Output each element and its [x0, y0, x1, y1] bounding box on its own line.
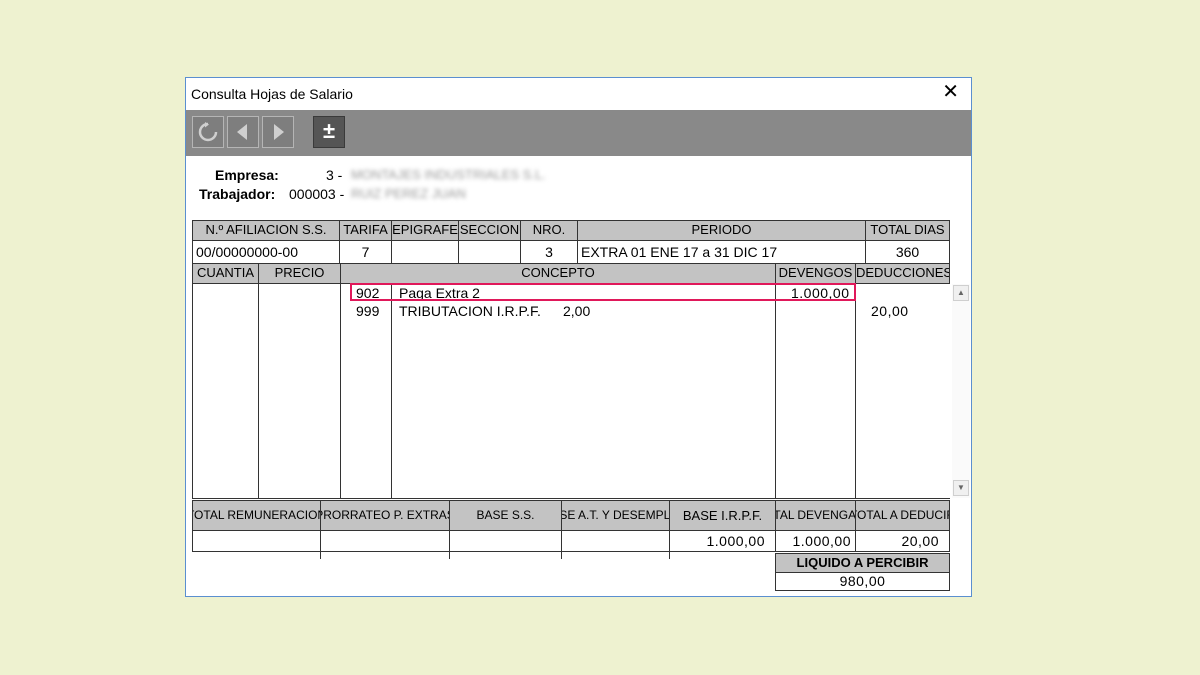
devengos-header: DEVENGOS [775, 263, 856, 284]
toolbar: ± [186, 110, 971, 156]
tarifa-value: 7 [339, 240, 392, 264]
total-remuneracion-header: TOTAL REMUNERACION [192, 500, 321, 531]
title-bar: Consulta Hojas de Salario ✕ [186, 78, 971, 110]
scrollbar[interactable]: ▲ ▼ [952, 284, 970, 498]
concept-code: 999 [356, 303, 380, 319]
afiliacion-header: N.º AFILIACION S.S. [192, 220, 340, 241]
afiliacion-value: 00/00000000-00 [192, 240, 340, 264]
grid-line [192, 283, 193, 499]
trabajador-code: 000003 - [289, 186, 345, 202]
grid-line [775, 283, 776, 499]
prorrateo-value [320, 530, 450, 552]
base-ss-header: BASE S.S. [449, 500, 562, 531]
close-button[interactable]: ✕ [942, 82, 959, 102]
base-at-value [561, 530, 670, 552]
total-deducir-value: 20,00 [855, 530, 950, 552]
seccion-value [458, 240, 521, 264]
total-remuneracion-value [192, 530, 321, 552]
base-irpf-header: BASE I.R.P.F. [669, 500, 776, 531]
grid-line [449, 551, 450, 559]
refresh-button[interactable] [192, 116, 224, 148]
concepto-header: CONCEPTO [340, 263, 776, 284]
window-title: Consulta Hojas de Salario [191, 86, 353, 102]
grid-line [391, 283, 392, 499]
periodo-value: EXTRA 01 ENE 17 a 31 DIC 17 [577, 240, 866, 264]
epigrafe-header: EPIGRAFE [391, 220, 459, 241]
previous-button[interactable] [227, 116, 259, 148]
grid-line [855, 283, 856, 499]
empresa-label: Empresa: [215, 167, 279, 183]
base-irpf-value: 1.000,00 [669, 530, 776, 552]
arrow-right-icon [274, 124, 284, 140]
trabajador-label: Trabajador: [199, 186, 276, 202]
empresa-code: 3 - [326, 167, 343, 183]
grid-line [340, 283, 341, 499]
empresa-name: MONTAJES INDUSTRIALES S.L. [351, 167, 546, 182]
total-devengado-header: TOTAL DEVENGADO [775, 500, 856, 531]
next-button[interactable] [262, 116, 294, 148]
liquido-label: LIQUIDO A PERCIBIR [775, 553, 950, 573]
liquido-value: 980,00 [775, 572, 950, 591]
refresh-icon [198, 122, 218, 142]
grid-line [320, 551, 321, 559]
epigrafe-value [391, 240, 459, 264]
nro-header: NRO. [520, 220, 578, 241]
grid-line [669, 551, 670, 559]
total-dias-header: TOTAL DIAS [865, 220, 950, 241]
tarifa-header: TARIFA [339, 220, 392, 241]
salary-sheet-window: Consulta Hojas de Salario ✕ ± Empresa: 3… [185, 77, 972, 597]
scroll-up-button[interactable]: ▲ [953, 285, 969, 301]
concept-extra: 2,00 [563, 303, 591, 319]
prorrateo-header: PRORRATEO P. EXTRAS [320, 500, 450, 531]
concept-desc: TRIBUTACION I.R.P.F. [399, 303, 541, 319]
arrow-left-icon [237, 124, 247, 140]
periodo-header: PERIODO [577, 220, 866, 241]
scroll-down-button[interactable]: ▼ [953, 480, 969, 496]
expand-toggle-button[interactable]: ± [313, 116, 345, 148]
total-dias-value: 360 [865, 240, 950, 264]
seccion-header: SECCION [458, 220, 521, 241]
highlight-box [350, 283, 856, 301]
precio-header: PRECIO [258, 263, 341, 284]
nro-value: 3 [520, 240, 578, 264]
trabajador-name: RUIZ PEREZ JUAN [351, 186, 466, 201]
grid-line [258, 283, 259, 499]
grid-line [561, 551, 562, 559]
plus-minus-icon: ± [322, 118, 336, 143]
cuantia-header: CUANTIA [192, 263, 259, 284]
base-ss-value [449, 530, 562, 552]
grid-line [192, 498, 950, 499]
concept-deducciones: 20,00 [871, 303, 909, 319]
base-at-header: BASE A.T. Y DESEMPLEO [561, 500, 670, 531]
deducciones-header: DEDUCCIONES [855, 263, 950, 284]
total-devengado-value: 1.000,00 [775, 530, 856, 552]
total-deducir-header: TOTAL A DEDUCIR [855, 500, 950, 531]
